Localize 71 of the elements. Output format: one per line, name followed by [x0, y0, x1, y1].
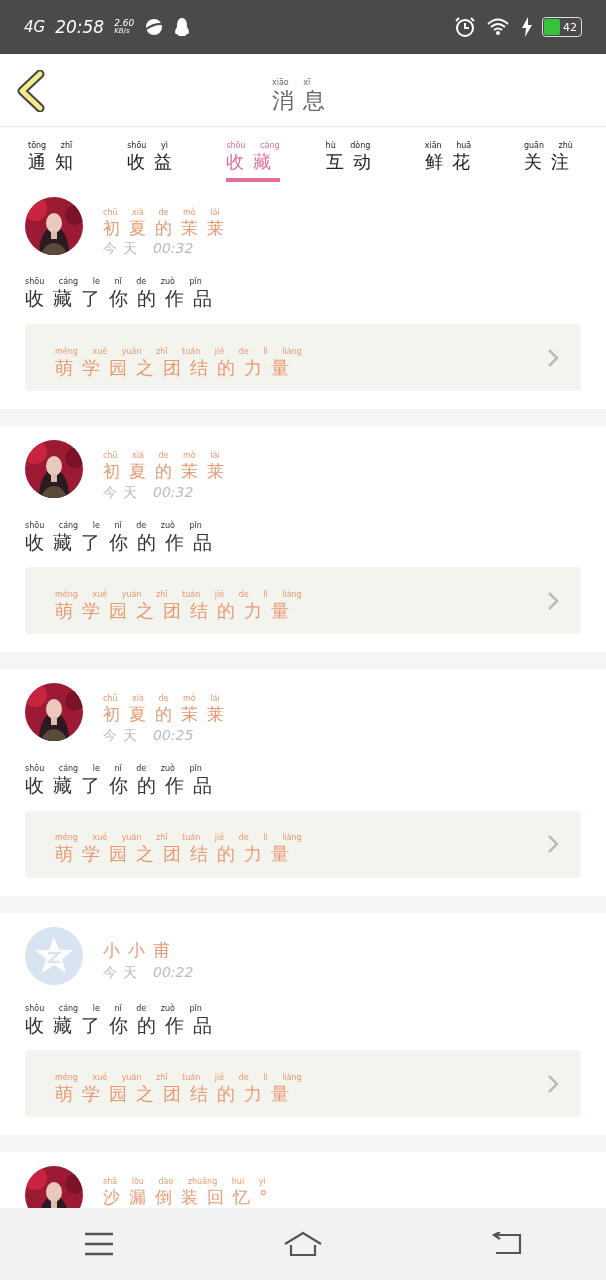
tab-label: 鲜花 [424, 151, 479, 173]
user-name-pinyin: chū xià de mò lái [103, 208, 220, 218]
message-text: 收藏了你的作品 [25, 1013, 221, 1037]
alarm-icon [454, 16, 476, 38]
tab[interactable]: xiān huā 鲜花 [424, 127, 479, 182]
tab[interactable]: guān zhù 关注 [523, 127, 578, 182]
message-text-pinyin: shōu cáng le nǐ de zuò pǐn [25, 763, 202, 774]
user-name: 初夏的茉莱 [103, 704, 233, 725]
message-time: 00:25 [153, 726, 194, 745]
message-text-pinyin: shōu cáng le nǐ de zuò pǐn [25, 277, 202, 288]
user-name-pinyin: chū xià de mò lái [103, 694, 220, 705]
user-name: 沙漏倒装回忆° [103, 1187, 277, 1208]
message-text: 收藏了你的作品 [25, 287, 221, 311]
battery-level: 42 [563, 20, 577, 34]
tab-label-pinyin: guān zhù [523, 141, 573, 151]
message-text-pinyin: shōu cáng le nǐ de zuò pǐn [25, 1003, 202, 1014]
work-title-pinyin: méng xué yuán zhī tuán jié de lì liàng [55, 590, 302, 601]
work-title: 萌学园之团结的力量 [55, 600, 298, 622]
tab-label: 互动 [325, 151, 380, 173]
tab-label: 收藏 [226, 151, 281, 173]
user-name: 初夏的茉莱 [103, 218, 233, 239]
tab-label-pinyin: shōu yì [127, 141, 168, 151]
page-title-pinyin: xiāo xī [272, 78, 311, 89]
tab[interactable]: shōu yì 收益 [127, 127, 182, 182]
home-icon[interactable] [283, 1231, 323, 1257]
message-text-pinyin: shōu cáng le nǐ de zuò pǐn [25, 520, 202, 531]
tab-label-pinyin: shōu cáng [226, 141, 280, 151]
speed-value: 2.60 [114, 19, 135, 28]
chevron-right-icon [547, 1073, 559, 1094]
work-card[interactable]: méng xué yuán zhī tuán jié de lì liàng 萌学园之团结的力量 [25, 1050, 581, 1118]
message-day: 今天 [103, 483, 143, 502]
work-card[interactable]: méng xué yuán zhī tuán jié de lì liàng 萌学园之团结的力量 [25, 810, 581, 878]
chevron-right-icon [547, 834, 559, 855]
network-type: 4G [24, 18, 46, 36]
back-nav-icon[interactable] [491, 1232, 522, 1256]
chevron-right-icon [547, 347, 559, 368]
page-title: 消息 [272, 88, 334, 115]
user-name-pinyin: chū xià de mò lái [103, 451, 220, 462]
charging-icon [522, 17, 532, 37]
tab-label-pinyin: xiān huā [424, 141, 472, 151]
user-name[interactable]: 小小甫 [103, 938, 194, 962]
work-card[interactable]: méng xué yuán zhī tuán jié de lì liàng 萌学园之团结的力量 [25, 324, 581, 392]
work-title: 萌学园之团结的力量 [55, 1083, 298, 1105]
clock: 20:58 [55, 17, 105, 37]
tab-label-pinyin: hù dòng [325, 141, 371, 151]
back-icon[interactable] [16, 70, 46, 112]
user-name: 初夏的茉莱 [103, 461, 233, 482]
tab-label: 收益 [127, 151, 182, 173]
user-name-pinyin: shā lòu dào zhuāng huí yì [103, 1177, 266, 1188]
work-title: 萌学园之团结的力量 [55, 843, 298, 865]
message-text: 收藏了你的作品 [25, 530, 221, 554]
tab[interactable]: tōng zhī 通知 [28, 127, 82, 182]
work-title: 萌学园之团结的力量 [55, 356, 298, 379]
message-text: 收藏了你的作品 [25, 773, 221, 797]
menu-icon[interactable] [84, 1232, 115, 1256]
work-card[interactable]: méng xué yuán zhī tuán jié de lì liàng 萌学园之团结的力量 [25, 567, 581, 635]
tab-label-pinyin: tōng zhī [28, 141, 73, 151]
message-day: 今天 [103, 240, 143, 259]
message-time: 00:22 [153, 963, 194, 982]
tab-label: 通知 [28, 151, 82, 173]
work-title-pinyin: méng xué yuán zhī tuán jié de lì liàng [55, 1073, 302, 1084]
default-avatar-icon [25, 926, 83, 985]
tab-label: 关注 [523, 151, 578, 173]
tab[interactable]: hù dòng 互动 [325, 127, 380, 182]
chevron-right-icon [547, 590, 559, 611]
work-title-pinyin: méng xué yuán zhī tuán jié de lì liàng [55, 833, 302, 844]
message-day: 今天 [103, 726, 143, 745]
message-day: 今天 [103, 963, 143, 982]
message-time: 00:32 [153, 240, 194, 259]
work-title-pinyin: méng xué yuán zhī tuán jié de lì liàng [55, 346, 302, 357]
message-time: 00:32 [153, 483, 194, 502]
